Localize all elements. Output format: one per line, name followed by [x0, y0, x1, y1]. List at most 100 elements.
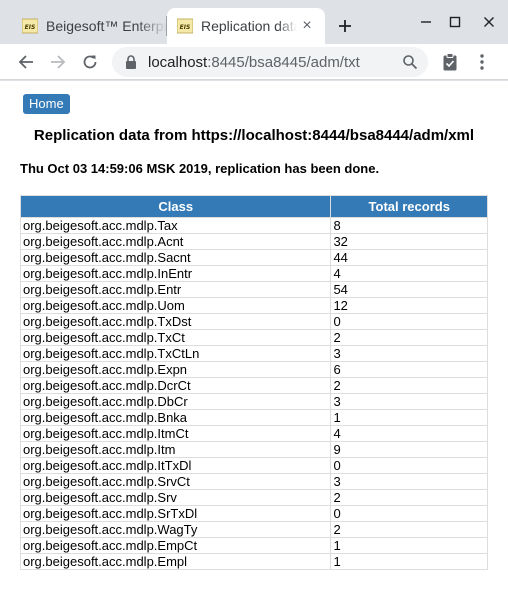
total-records-cell: 2	[330, 377, 488, 394]
page-title: Replication data from https://localhost:…	[33, 127, 475, 144]
total-records-cell: 2	[330, 329, 488, 346]
class-cell: org.beigesoft.acc.mdlp.TxDst	[19, 313, 332, 330]
total-records-cell: 6	[330, 361, 488, 378]
table-row: org.beigesoft.acc.mdlp.SrTxDl 0	[19, 505, 488, 522]
table-header-row: Class Total records	[19, 195, 488, 218]
maximize-icon[interactable]	[443, 10, 467, 34]
class-cell: org.beigesoft.acc.mdlp.Tax	[19, 217, 332, 234]
class-cell: org.beigesoft.acc.mdlp.Acnt	[19, 233, 332, 250]
class-cell: org.beigesoft.acc.mdlp.Bnka	[19, 409, 332, 426]
table-row: org.beigesoft.acc.mdlp.InEntr 4	[19, 265, 488, 282]
total-records-cell: 1	[330, 409, 488, 426]
table-row: org.beigesoft.acc.mdlp.Bnka 1	[19, 409, 488, 426]
table-row: org.beigesoft.acc.mdlp.ItmCt 4	[19, 425, 488, 442]
class-cell: org.beigesoft.acc.mdlp.SrTxDl	[19, 505, 332, 522]
address-bar[interactable]: localhost:8445/bsa8445/adm/txt	[112, 47, 428, 77]
total-records-cell: 12	[330, 297, 488, 314]
total-records-cell: 32	[330, 233, 488, 250]
favicon-text: EIS	[180, 24, 191, 31]
page-content: Home Replication data from https://local…	[0, 81, 508, 591]
replication-table: Class Total records org.beigesoft.acc.md…	[19, 195, 488, 570]
class-cell: org.beigesoft.acc.mdlp.SrvCt	[19, 473, 332, 490]
status-message: Thu Oct 03 14:59:06 MSK 2019, replicatio…	[20, 161, 380, 176]
kebab-menu-icon[interactable]	[470, 50, 494, 74]
total-records-cell: 3	[330, 473, 488, 490]
table-row: org.beigesoft.acc.mdlp.Empl 1	[19, 553, 488, 570]
tab-replication[interactable]: EIS Replication data ×	[167, 8, 325, 44]
class-cell: org.beigesoft.acc.mdlp.Expn	[19, 361, 332, 378]
class-cell: org.beigesoft.acc.mdlp.Uom	[19, 297, 332, 314]
class-cell: org.beigesoft.acc.mdlp.Empl	[19, 553, 332, 570]
browser-toolbar: localhost:8445/bsa8445/adm/txt	[0, 44, 508, 80]
total-records-cell: 0	[330, 313, 488, 330]
lock-icon[interactable]	[124, 54, 138, 70]
table-row: org.beigesoft.acc.mdlp.Acnt 32	[19, 233, 488, 250]
total-records-cell: 54	[330, 281, 488, 298]
total-records-cell: 3	[330, 393, 488, 410]
total-records-cell: 2	[330, 489, 488, 506]
total-records-cell: 0	[330, 457, 488, 474]
total-records-cell: 1	[330, 553, 488, 570]
class-cell: org.beigesoft.acc.mdlp.ItTxDl	[19, 457, 332, 474]
table-row: org.beigesoft.acc.mdlp.TxCtLn 3	[19, 345, 488, 362]
table-row: org.beigesoft.acc.mdlp.DcrCt 2	[19, 377, 488, 394]
total-records-cell: 3	[330, 345, 488, 362]
class-cell: org.beigesoft.acc.mdlp.Itm	[19, 441, 332, 458]
table-row: org.beigesoft.acc.mdlp.WagTy 2	[19, 521, 488, 538]
table-row: org.beigesoft.acc.mdlp.ItTxDl 0	[19, 457, 488, 474]
tab-title: Replication data	[201, 18, 297, 34]
close-icon[interactable]: ×	[297, 16, 317, 36]
total-records-cell: 44	[330, 249, 488, 266]
class-cell: org.beigesoft.acc.mdlp.Entr	[19, 281, 332, 298]
total-records-cell: 4	[330, 265, 488, 282]
minimize-icon[interactable]	[414, 10, 438, 34]
url-text: localhost:8445/bsa8445/adm/txt	[148, 54, 380, 71]
table-row: org.beigesoft.acc.mdlp.SrvCt 3	[19, 473, 488, 490]
table-row: org.beigesoft.acc.mdlp.TxDst 0	[19, 313, 488, 330]
class-cell: org.beigesoft.acc.mdlp.DbCr	[19, 393, 332, 410]
class-cell: org.beigesoft.acc.mdlp.Sacnt	[19, 249, 332, 266]
total-records-cell: 4	[330, 425, 488, 442]
table-row: org.beigesoft.acc.mdlp.Tax 8	[19, 217, 488, 234]
eis-favicon-icon: EIS	[22, 18, 38, 34]
table-row: org.beigesoft.acc.mdlp.Entr 54	[19, 281, 488, 298]
url-host: localhost	[148, 53, 208, 71]
class-cell: org.beigesoft.acc.mdlp.TxCtLn	[19, 345, 332, 362]
total-records-cell: 2	[330, 521, 488, 538]
back-arrow-icon[interactable]	[14, 50, 38, 74]
class-cell: org.beigesoft.acc.mdlp.WagTy	[19, 521, 332, 538]
plus-icon[interactable]	[333, 14, 357, 38]
table-row: org.beigesoft.acc.mdlp.EmpCt 1	[19, 537, 488, 554]
total-records-cell: 8	[330, 217, 488, 234]
forward-arrow-icon[interactable]	[46, 50, 70, 74]
column-header-total-records: Total records	[330, 195, 488, 218]
window-close-icon[interactable]	[477, 10, 501, 34]
clipboard-icon[interactable]	[438, 50, 462, 74]
favicon-text: EIS	[25, 24, 36, 31]
reload-icon[interactable]	[78, 50, 102, 74]
table-row: org.beigesoft.acc.mdlp.Uom 12	[19, 297, 488, 314]
total-records-cell: 0	[330, 505, 488, 522]
zoom-icon[interactable]	[402, 54, 418, 70]
eis-favicon-icon: EIS	[177, 18, 193, 34]
table-row: org.beigesoft.acc.mdlp.Expn 6	[19, 361, 488, 378]
url-path: :8445/bsa8445/adm/txt	[207, 53, 360, 71]
table-row: org.beigesoft.acc.mdlp.Itm 9	[19, 441, 488, 458]
home-button[interactable]: Home	[23, 94, 70, 114]
class-cell: org.beigesoft.acc.mdlp.Srv	[19, 489, 332, 506]
class-cell: org.beigesoft.acc.mdlp.ItmCt	[19, 425, 332, 442]
tab-strip: EIS Beigesoft™ Enterprise Information Sy…	[0, 0, 508, 44]
tab-title: Beigesoft™ Enterprise Information System	[46, 18, 167, 34]
class-cell: org.beigesoft.acc.mdlp.DcrCt	[19, 377, 332, 394]
class-cell: org.beigesoft.acc.mdlp.TxCt	[19, 329, 332, 346]
table-row: org.beigesoft.acc.mdlp.DbCr 3	[19, 393, 488, 410]
total-records-cell: 1	[330, 537, 488, 554]
class-cell: org.beigesoft.acc.mdlp.EmpCt	[19, 537, 332, 554]
table-body: org.beigesoft.acc.mdlp.Tax 8 org.beigesoft…	[19, 217, 488, 570]
table-row: org.beigesoft.acc.mdlp.TxCt 2	[19, 329, 488, 346]
tab-beigesoft[interactable]: EIS Beigesoft™ Enterprise Information Sy…	[12, 8, 167, 44]
total-records-cell: 9	[330, 441, 488, 458]
column-header-class: Class	[19, 195, 332, 218]
table-row: org.beigesoft.acc.mdlp.Srv 2	[19, 489, 488, 506]
table-row: org.beigesoft.acc.mdlp.Sacnt 44	[19, 249, 488, 266]
